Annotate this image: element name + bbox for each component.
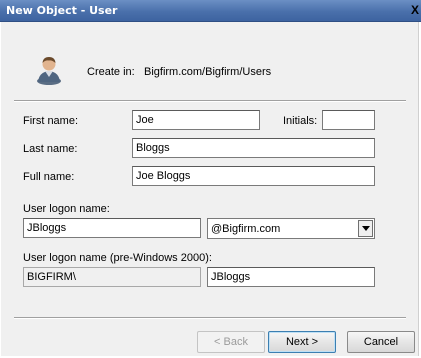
title-bar[interactable]: New Object - User X [0, 0, 421, 22]
full-name-label: Full name: [23, 171, 75, 183]
user-icon [37, 57, 61, 85]
separator [14, 317, 406, 319]
create-in-path: Bigfirm.com/Bigfirm/Users [144, 66, 272, 78]
domain-select[interactable]: @Bigfirm.com [207, 218, 375, 239]
initials-input[interactable] [322, 110, 375, 130]
last-name-input[interactable]: Bloggs [132, 138, 375, 158]
new-object-user-dialog: New Object - User X Create in: Bigfirm.c… [0, 0, 421, 358]
window-title: New Object - User [6, 4, 118, 17]
logon-name-input[interactable]: JBloggs [23, 218, 201, 238]
last-name-label: Last name: [23, 143, 78, 155]
pre2000-label: User logon name (pre-Windows 2000): [23, 252, 212, 264]
chevron-down-icon[interactable] [358, 220, 373, 237]
domain-select-value: @Bigfirm.com [211, 223, 281, 235]
full-name-input[interactable]: Joe Bloggs [132, 166, 375, 186]
first-name-input[interactable]: Joe [132, 110, 260, 130]
cancel-button[interactable]: Cancel [347, 331, 415, 353]
close-button[interactable]: X [411, 3, 421, 18]
pre2000-logon-input[interactable]: JBloggs [207, 267, 375, 287]
pre2000-domain-field: BIGFIRM\ [23, 267, 201, 287]
separator [14, 100, 406, 102]
create-in-label: Create in: [87, 66, 135, 78]
logon-name-label: User logon name: [23, 203, 110, 215]
next-button[interactable]: Next > [268, 331, 336, 353]
initials-label: Initials: [283, 115, 318, 127]
back-button[interactable]: < Back [197, 331, 265, 353]
first-name-label: First name: [23, 115, 79, 127]
